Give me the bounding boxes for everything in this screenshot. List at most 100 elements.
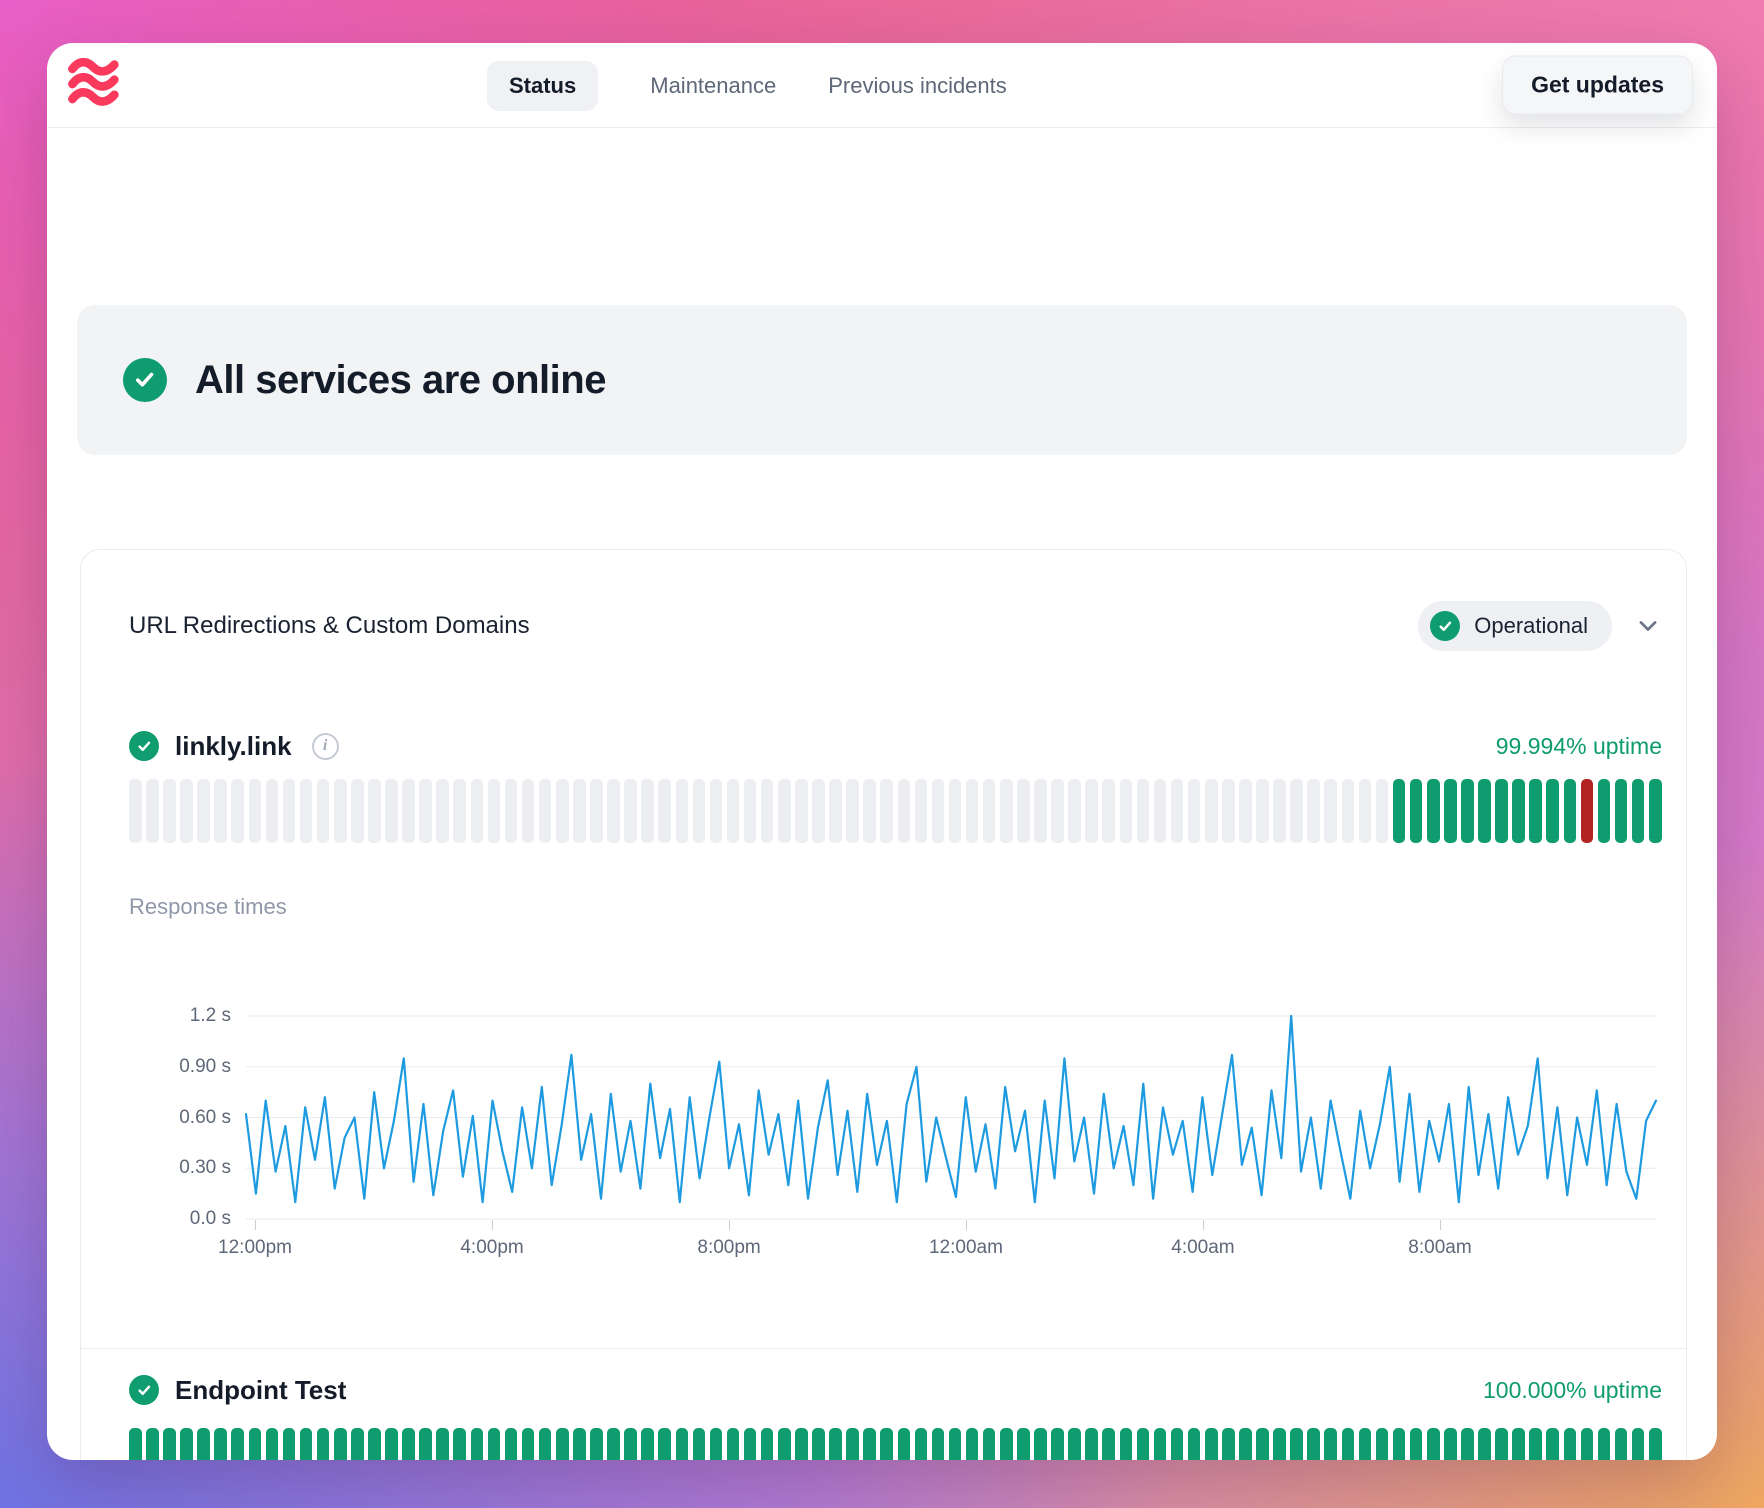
uptime-bar-up xyxy=(1512,779,1525,843)
uptime-bar-empty xyxy=(607,779,620,843)
group-status: Operational xyxy=(1418,601,1662,651)
tab-status[interactable]: Status xyxy=(487,61,598,111)
uptime-bar-up xyxy=(641,1428,654,1460)
uptime-bar-empty xyxy=(1324,779,1337,843)
uptime-bar-up xyxy=(1598,1428,1611,1460)
uptime-bar-up xyxy=(573,1428,586,1460)
uptime-percentage: 99.994% uptime xyxy=(1496,733,1662,760)
uptime-bar-empty xyxy=(539,779,552,843)
uptime-bar-up xyxy=(590,1428,603,1460)
uptime-bar-empty xyxy=(590,779,603,843)
uptime-bar-empty xyxy=(1239,779,1252,843)
uptime-bar-empty xyxy=(983,779,996,843)
uptime-bar-up xyxy=(471,1428,484,1460)
uptime-bar-empty xyxy=(163,779,176,843)
uptime-bar-up xyxy=(334,1428,347,1460)
uptime-bar-up xyxy=(761,1428,774,1460)
status-page-window: Status Maintenance Previous incidents Ge… xyxy=(47,43,1717,1460)
global-status-banner: All services are online xyxy=(77,305,1687,455)
uptime-bar-empty xyxy=(795,779,808,843)
uptime-bar-empty xyxy=(129,779,142,843)
uptime-bar-empty xyxy=(1342,779,1355,843)
uptime-bar-up xyxy=(1598,779,1611,843)
uptime-bar-up xyxy=(1649,1428,1662,1460)
uptime-bar-empty xyxy=(573,779,586,843)
x-tick-mark xyxy=(492,1220,493,1230)
uptime-bar-up xyxy=(146,1428,159,1460)
uptime-bar-empty xyxy=(932,779,945,843)
uptime-bar-empty xyxy=(266,779,279,843)
uptime-bar-up xyxy=(1615,779,1628,843)
chevron-down-icon[interactable] xyxy=(1634,612,1662,640)
uptime-bar-up xyxy=(488,1428,501,1460)
info-circle-icon[interactable] xyxy=(312,733,339,760)
uptime-bar-up xyxy=(624,1428,637,1460)
uptime-bar-up xyxy=(1222,1428,1235,1460)
uptime-bar-up xyxy=(163,1428,176,1460)
get-updates-button[interactable]: Get updates xyxy=(1502,56,1693,115)
uptime-bar-up xyxy=(1632,1428,1645,1460)
uptime-bar-up xyxy=(1393,779,1406,843)
uptime-bar-up xyxy=(539,1428,552,1460)
monitor-name: Endpoint Test xyxy=(175,1375,346,1406)
uptime-bar-up xyxy=(1239,1428,1252,1460)
uptime-bar-up xyxy=(1615,1428,1628,1460)
uptime-bar-up xyxy=(744,1428,757,1460)
uptime-bar-empty xyxy=(1051,779,1064,843)
uptime-bar-empty xyxy=(624,779,637,843)
uptime-bar-up xyxy=(283,1428,296,1460)
uptime-bar-empty xyxy=(898,779,911,843)
uptime-percentage: 100.000% uptime xyxy=(1483,1377,1662,1404)
uptime-bar-up xyxy=(1564,779,1577,843)
uptime-bar-empty xyxy=(214,779,227,843)
check-circle-icon xyxy=(129,1375,159,1405)
uptime-bar-up xyxy=(1478,779,1491,843)
uptime-bar-empty xyxy=(249,779,262,843)
uptime-bar-empty xyxy=(1188,779,1201,843)
uptime-bar-up xyxy=(1307,1428,1320,1460)
uptime-bar-up xyxy=(1154,1428,1167,1460)
main-nav: Status Maintenance Previous incidents xyxy=(487,43,1007,128)
uptime-bar-up xyxy=(1529,1428,1542,1460)
tab-maintenance[interactable]: Maintenance xyxy=(650,73,776,99)
uptime-bar-empty xyxy=(1034,779,1047,843)
uptime-bar-empty xyxy=(180,779,193,843)
uptime-bar-up xyxy=(1102,1428,1115,1460)
tab-previous-incidents[interactable]: Previous incidents xyxy=(828,73,1007,99)
monitor-row-endpoint-test: Endpoint Test 100.000% uptime xyxy=(129,1364,1662,1416)
uptime-bar-empty xyxy=(863,779,876,843)
uptime-bar-empty xyxy=(402,779,415,843)
operational-status-pill[interactable]: Operational xyxy=(1418,601,1612,651)
uptime-bar-up xyxy=(231,1428,244,1460)
uptime-bar-up xyxy=(1273,1428,1286,1460)
uptime-bar-up xyxy=(1427,1428,1440,1460)
monitor-title: linkly.link xyxy=(129,731,339,762)
response-time-series xyxy=(246,1016,1656,1202)
chart-x-axis: 12:00pm4:00pm8:00pm12:00am4:00am8:00am xyxy=(246,1219,1656,1279)
y-tick-label: 0.30 s xyxy=(179,1157,231,1179)
uptime-bar-up xyxy=(727,1428,740,1460)
uptime-bar-up xyxy=(317,1428,330,1460)
uptime-bar-up xyxy=(1137,1428,1150,1460)
uptime-bar-up xyxy=(676,1428,689,1460)
uptime-bar-up xyxy=(966,1428,979,1460)
uptime-bar-empty xyxy=(1171,779,1184,843)
uptime-bar-up xyxy=(1427,779,1440,843)
uptime-bar-empty xyxy=(385,779,398,843)
uptime-bar-up xyxy=(1495,1428,1508,1460)
uptime-bar-up xyxy=(1529,779,1542,843)
uptime-bar-empty xyxy=(368,779,381,843)
uptime-bar-up xyxy=(1444,1428,1457,1460)
uptime-bar-up xyxy=(214,1428,227,1460)
uptime-bar-up xyxy=(693,1428,706,1460)
uptime-bar-up xyxy=(1512,1428,1525,1460)
uptime-bar-up xyxy=(863,1428,876,1460)
uptime-bar-empty xyxy=(471,779,484,843)
x-tick-label: 12:00am xyxy=(929,1237,1003,1259)
uptime-bar-up xyxy=(1000,1428,1013,1460)
x-tick-label: 12:00pm xyxy=(218,1237,292,1259)
linkly-waves-icon[interactable] xyxy=(67,58,123,115)
uptime-bar-up xyxy=(300,1428,313,1460)
uptime-bar-empty xyxy=(283,779,296,843)
uptime-bar-up xyxy=(778,1428,791,1460)
